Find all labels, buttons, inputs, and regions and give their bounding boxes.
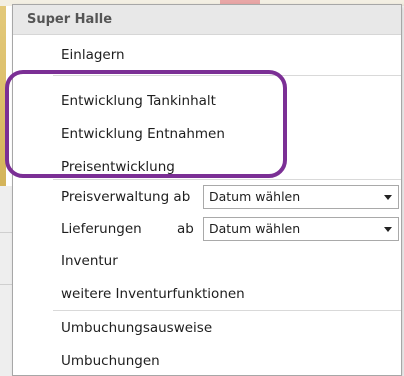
chevron-down-icon[interactable] bbox=[384, 227, 392, 232]
menu-item-inventur[interactable]: Inventur bbox=[61, 247, 118, 275]
menu-separator bbox=[53, 179, 401, 180]
app-background-divider bbox=[0, 232, 12, 233]
menu-item-preisentwicklung[interactable]: Preisentwicklung bbox=[61, 153, 175, 181]
lieferungen-combo-value: Datum wählen bbox=[209, 221, 301, 236]
menu-item-lieferungen-label[interactable]: Lieferungen bbox=[61, 215, 142, 243]
app-background-divider bbox=[0, 284, 12, 285]
lieferungen-date-combo[interactable]: Datum wählen bbox=[203, 217, 399, 241]
menu-item-entwicklung-entnahmen[interactable]: Entwicklung Entnahmen bbox=[61, 120, 225, 148]
preisverwaltung-combo-value: Datum wählen bbox=[209, 189, 301, 204]
menu-separator bbox=[53, 310, 401, 311]
menu-item-einlagern[interactable]: Einlagern bbox=[61, 41, 125, 69]
lieferungen-ab-label: ab bbox=[177, 221, 194, 237]
menu-item-umbuchungsausweise[interactable]: Umbuchungsausweise bbox=[61, 314, 212, 342]
menu-header: Super Halle bbox=[13, 5, 401, 35]
chevron-down-icon[interactable] bbox=[384, 195, 392, 200]
menu-item-umbuchungen[interactable]: Umbuchungen bbox=[61, 347, 160, 375]
app-background-left-edge bbox=[0, 6, 6, 186]
screenshot-stage: Super Halle Einlagern Entwicklung Tankin… bbox=[0, 0, 404, 376]
menu-separator bbox=[53, 75, 401, 76]
menu-item-entwicklung-tankinhalt[interactable]: Entwicklung Tankinhalt bbox=[61, 87, 216, 115]
menu-item-preisverwaltung-label[interactable]: Preisverwaltung ab bbox=[61, 183, 190, 211]
menu-item-weitere-inventurfunktionen[interactable]: weitere Inventurfunktionen bbox=[61, 280, 245, 308]
preisverwaltung-date-combo[interactable]: Datum wählen bbox=[203, 185, 399, 209]
app-background-left-panel bbox=[0, 186, 12, 376]
context-menu: Super Halle Einlagern Entwicklung Tankin… bbox=[12, 4, 402, 376]
